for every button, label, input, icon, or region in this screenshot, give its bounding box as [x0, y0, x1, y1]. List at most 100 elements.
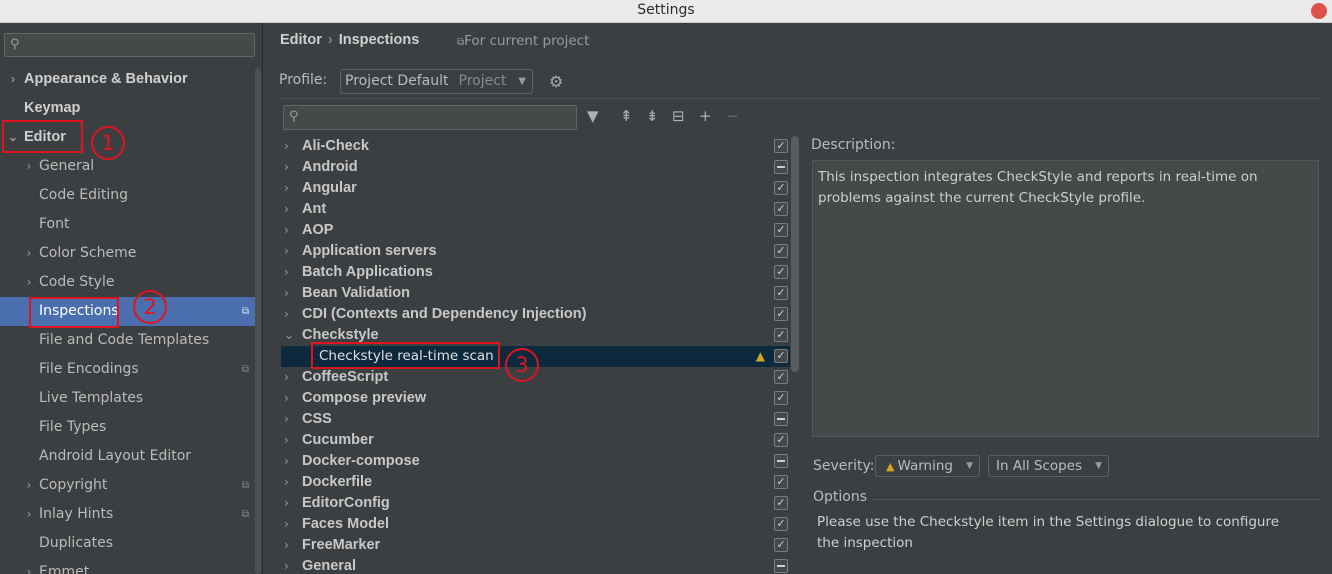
enable-checkbox[interactable]: ✓: [774, 496, 788, 510]
enable-checkbox[interactable]: [774, 160, 788, 174]
chevron-right-icon[interactable]: ›: [284, 556, 289, 574]
enable-checkbox[interactable]: ✓: [774, 349, 788, 363]
tree-row[interactable]: › EditorConfig ✓: [281, 493, 790, 514]
chevron-right-icon[interactable]: ›: [284, 157, 289, 178]
sidebar-item-duplicates[interactable]: Duplicates: [0, 529, 255, 558]
enable-checkbox[interactable]: ✓: [774, 517, 788, 531]
chevron-right-icon[interactable]: ›: [23, 152, 35, 181]
chevron-right-icon[interactable]: ›: [284, 304, 289, 325]
profile-dropdown[interactable]: Project Default Project ▼: [340, 69, 533, 94]
sidebar-item-appearance-behavior[interactable]: › Appearance & Behavior: [0, 65, 255, 94]
chevron-right-icon[interactable]: ›: [23, 558, 35, 574]
enable-checkbox[interactable]: ✓: [774, 181, 788, 195]
tree-row[interactable]: › Dockerfile ✓: [281, 472, 790, 493]
chevron-right-icon[interactable]: ›: [284, 388, 289, 409]
chevron-right-icon[interactable]: ›: [284, 367, 289, 388]
reset-icon[interactable]: ⊟: [672, 107, 685, 125]
sidebar-item-label: File Encodings: [39, 361, 139, 377]
tree-row[interactable]: › Docker-compose: [281, 451, 790, 472]
enable-checkbox[interactable]: [774, 559, 788, 573]
sidebar-item-general[interactable]: › General: [0, 152, 255, 181]
enable-checkbox[interactable]: [774, 412, 788, 426]
tree-row[interactable]: › General: [281, 556, 790, 574]
sidebar-item-copyright[interactable]: › Copyright ⧉: [0, 471, 255, 500]
chevron-right-icon[interactable]: ›: [284, 430, 289, 451]
close-window-button[interactable]: [1311, 3, 1327, 19]
tree-row[interactable]: › FreeMarker ✓: [281, 535, 790, 556]
inspection-search-input[interactable]: ⚲: [283, 105, 577, 130]
severity-dropdown[interactable]: ▲ Warning ▼: [875, 455, 980, 477]
tree-row[interactable]: › Faces Model ✓: [281, 514, 790, 535]
tree-row[interactable]: › Cucumber ✓: [281, 430, 790, 451]
tree-row[interactable]: › Angular ✓: [281, 178, 790, 199]
chevron-right-icon[interactable]: ›: [284, 283, 289, 304]
sidebar-item-live-templates[interactable]: Live Templates: [0, 384, 255, 413]
enable-checkbox[interactable]: ✓: [774, 307, 788, 321]
chevron-right-icon[interactable]: ›: [284, 241, 289, 262]
tree-row[interactable]: › CSS: [281, 409, 790, 430]
sidebar-item-file-types[interactable]: File Types: [0, 413, 255, 442]
scope-dropdown[interactable]: In All Scopes ▼: [988, 455, 1109, 477]
tree-row[interactable]: › Application servers ✓: [281, 241, 790, 262]
enable-checkbox[interactable]: ✓: [774, 370, 788, 384]
chevron-right-icon[interactable]: ›: [23, 268, 35, 297]
sidebar-item-file-and-code-templates[interactable]: File and Code Templates: [0, 326, 255, 355]
enable-checkbox[interactable]: [774, 454, 788, 468]
breadcrumb: Editor › Inspections: [280, 32, 419, 48]
enable-checkbox[interactable]: ✓: [774, 328, 788, 342]
breadcrumb-editor[interactable]: Editor: [280, 32, 322, 48]
sidebar-item-file-encodings[interactable]: File Encodings ⧉: [0, 355, 255, 384]
sidebar-item-code-editing[interactable]: Code Editing: [0, 181, 255, 210]
enable-checkbox[interactable]: ✓: [774, 433, 788, 447]
tree-scrollbar[interactable]: [791, 136, 799, 372]
chevron-right-icon[interactable]: ›: [284, 136, 289, 157]
enable-checkbox[interactable]: ✓: [774, 202, 788, 216]
remove-icon[interactable]: −: [726, 107, 739, 125]
chevron-right-icon[interactable]: ›: [284, 262, 289, 283]
collapse-all-icon[interactable]: ⇟: [646, 107, 659, 125]
sidebar-item-code-style[interactable]: › Code Style: [0, 268, 255, 297]
enable-checkbox[interactable]: ✓: [774, 265, 788, 279]
sidebar-item-emmet[interactable]: › Emmet: [0, 558, 255, 574]
expand-all-icon[interactable]: ⇞: [620, 107, 633, 125]
chevron-right-icon[interactable]: ›: [284, 199, 289, 220]
settings-search-input[interactable]: ⚲: [4, 33, 255, 57]
sidebar-item-keymap[interactable]: Keymap: [0, 94, 255, 123]
filter-icon[interactable]: ▼: [587, 107, 599, 125]
chevron-right-icon[interactable]: ›: [284, 535, 289, 556]
tree-row[interactable]: › Android: [281, 157, 790, 178]
tree-row[interactable]: › Ali-Check ✓: [281, 136, 790, 157]
tree-row[interactable]: › CDI (Contexts and Dependency Injection)…: [281, 304, 790, 325]
enable-checkbox[interactable]: ✓: [774, 391, 788, 405]
chevron-right-icon[interactable]: ›: [284, 493, 289, 514]
tree-row[interactable]: › Batch Applications ✓: [281, 262, 790, 283]
sidebar-scrollbar[interactable]: [255, 68, 261, 574]
sidebar-item-android-layout-editor[interactable]: Android Layout Editor: [0, 442, 255, 471]
chevron-right-icon[interactable]: ›: [284, 514, 289, 535]
sidebar-item-inlay-hints[interactable]: › Inlay Hints ⧉: [0, 500, 255, 529]
chevron-right-icon[interactable]: ›: [23, 500, 35, 529]
enable-checkbox[interactable]: ✓: [774, 223, 788, 237]
gear-icon[interactable]: ⚙: [549, 72, 563, 91]
tree-row[interactable]: › Ant ✓: [281, 199, 790, 220]
chevron-right-icon[interactable]: ›: [284, 451, 289, 472]
tree-row[interactable]: › AOP ✓: [281, 220, 790, 241]
chevron-right-icon[interactable]: ›: [7, 65, 19, 94]
chevron-right-icon[interactable]: ›: [284, 220, 289, 241]
enable-checkbox[interactable]: ✓: [774, 244, 788, 258]
sidebar-item-font[interactable]: Font: [0, 210, 255, 239]
chevron-right-icon[interactable]: ›: [23, 239, 35, 268]
chevron-right-icon[interactable]: ›: [23, 471, 35, 500]
enable-checkbox[interactable]: ✓: [774, 538, 788, 552]
chevron-right-icon[interactable]: ›: [284, 409, 289, 430]
enable-checkbox[interactable]: ✓: [774, 139, 788, 153]
chevron-right-icon[interactable]: ›: [284, 178, 289, 199]
enable-checkbox[interactable]: ✓: [774, 286, 788, 300]
sidebar-item-color-scheme[interactable]: › Color Scheme: [0, 239, 255, 268]
chevron-right-icon[interactable]: ›: [284, 472, 289, 493]
tree-row[interactable]: › Compose preview ✓: [281, 388, 790, 409]
add-icon[interactable]: +: [699, 107, 712, 125]
chevron-down-icon[interactable]: ⌄: [284, 325, 294, 346]
tree-row[interactable]: › Bean Validation ✓: [281, 283, 790, 304]
enable-checkbox[interactable]: ✓: [774, 475, 788, 489]
